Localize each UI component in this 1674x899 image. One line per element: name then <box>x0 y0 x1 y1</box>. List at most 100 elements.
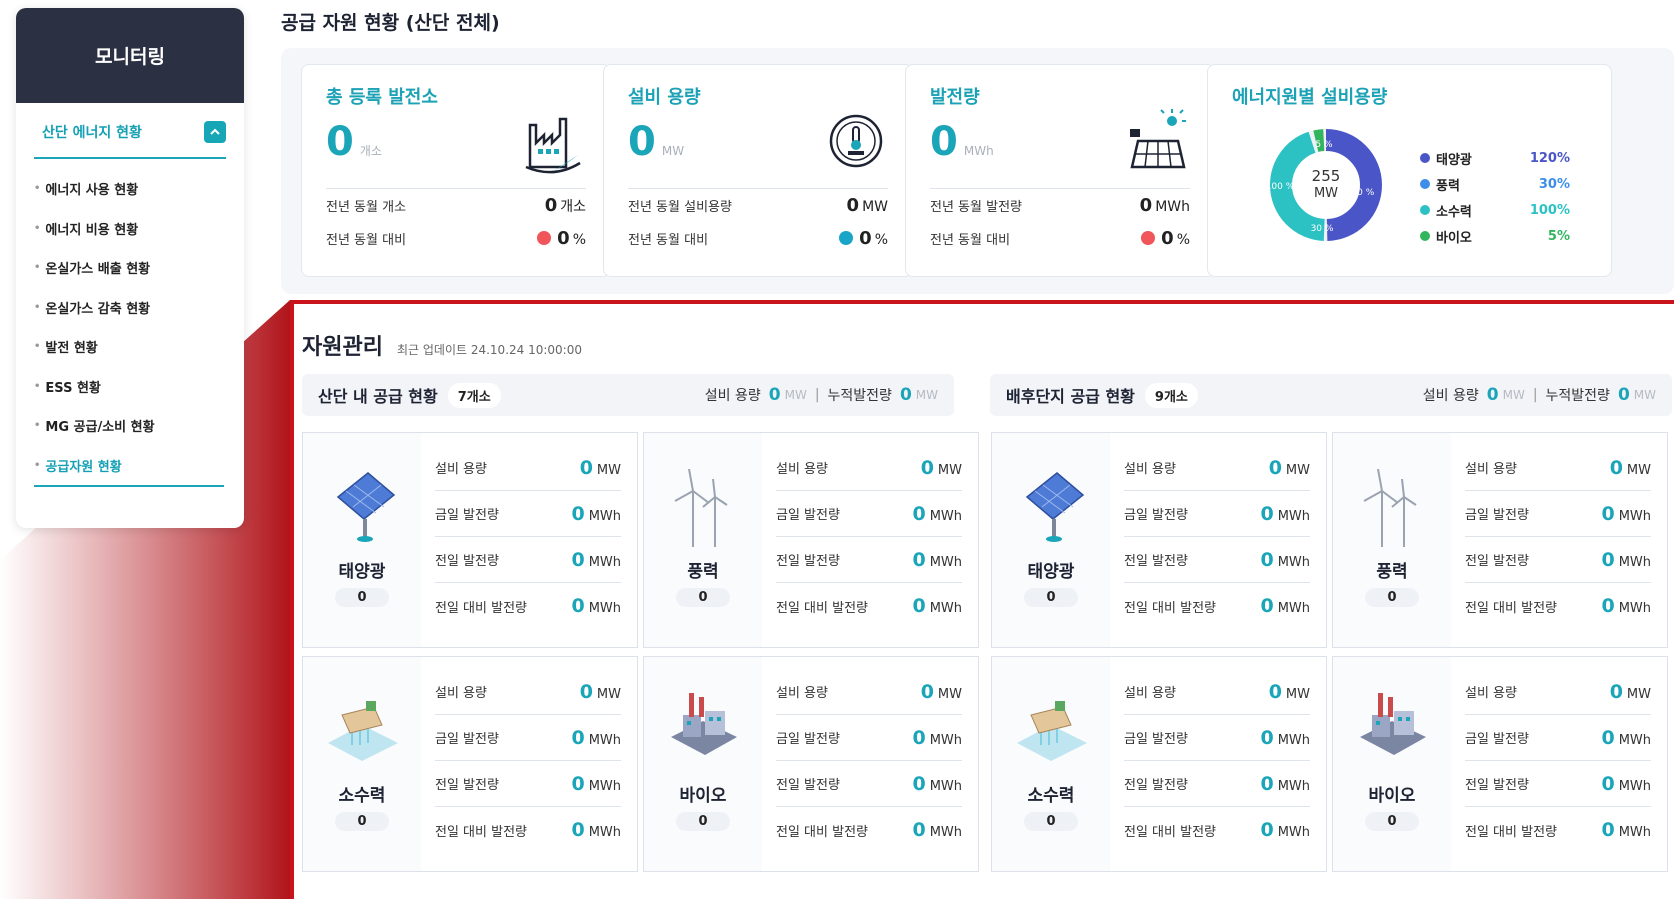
tile-row-label: 설비 용량 <box>435 462 487 477</box>
tile-count: 0 <box>676 588 730 607</box>
status-dot-red <box>1141 231 1156 245</box>
legend-item: 풍력 30% <box>1420 171 1570 197</box>
sidebar-item-ess[interactable]: ESS 현황 <box>34 367 244 407</box>
tile-row-value: 0 <box>912 502 926 525</box>
stat-label: 누적발전량 <box>1545 388 1610 404</box>
tile-row: 설비 용량 0 MW <box>1124 445 1310 491</box>
resource-tile[interactable]: 태양광 0 설비 용량 0 MW 금일 발전량 0 MWh 전일 발전량 0 MWh 전일 대비 발전… <box>302 432 638 648</box>
tile-row: 전일 발전량 0 MWh <box>1124 537 1310 583</box>
sidebar-item-energy-cost[interactable]: 에너지 비용 현황 <box>34 209 244 249</box>
tile-row-label: 전일 대비 발전량 <box>1124 824 1216 840</box>
legend-item: 소수력 100% <box>1420 197 1570 223</box>
generation-row2-unit: % <box>1176 232 1190 248</box>
tile-row-unit: MW <box>1626 462 1651 478</box>
tile-row: 설비 용량 0 MW <box>1465 445 1651 491</box>
tile-row-value: 0 <box>1268 680 1282 703</box>
tile-row-label: 전일 발전량 <box>776 778 840 793</box>
card-generation: 발전량 0 MWh 전년 동월 발전량 0 MWh 전년 동월 대비 0% <box>905 64 1215 277</box>
tile-row-label: 전일 대비 발전량 <box>776 824 868 840</box>
tile-row: 설비 용량 0 MW <box>776 669 962 715</box>
stat-unit: MW <box>784 388 807 402</box>
tile-count: 0 <box>335 812 389 831</box>
sidebar-item-supply-resource[interactable]: 공급자원 현황 <box>34 446 244 486</box>
capacity-row2-unit: % <box>874 232 888 248</box>
status-dot-blue <box>839 231 854 245</box>
tile-name: 소수력 <box>338 786 386 806</box>
tile-row: 전일 대비 발전량 0 MWh <box>776 583 962 629</box>
sidebar-item-energy-usage[interactable]: 에너지 사용 현황 <box>34 169 244 209</box>
resource-tile[interactable]: 풍력 0 설비 용량 0 MW 금일 발전량 0 MWh 전일 발전량 0 MWh 전일 대비 발전량… <box>643 432 979 648</box>
resource-tile[interactable]: 바이오 0 설비 용량 0 MW 금일 발전량 0 MWh 전일 발전량 0 MWh 전일 대비 발전… <box>643 656 979 872</box>
group-count: 7개소 <box>447 382 501 408</box>
tile-name: 풍력 <box>1376 562 1408 582</box>
tile-row: 전일 대비 발전량 0 MWh <box>1465 807 1651 853</box>
tile-row: 금일 발전량 0 MWh <box>1465 715 1651 761</box>
tile-row-value: 0 <box>571 819 585 841</box>
tile-row-label: 금일 발전량 <box>435 508 499 523</box>
tile-row-unit: MWh <box>929 601 962 616</box>
chevron-up-icon[interactable] <box>204 121 226 143</box>
tile-row: 전일 대비 발전량 0 MWh <box>776 807 962 853</box>
sidebar-section-label: 산단 에너지 현황 <box>42 125 142 141</box>
active-underline <box>34 485 224 487</box>
status-dot-red <box>537 231 552 245</box>
stat-value: 0 <box>1486 385 1499 405</box>
sidebar-item-mg-supply[interactable]: MG 공급/소비 현황 <box>34 406 244 446</box>
tile-row-unit: MW <box>937 462 962 478</box>
sidebar-item-generation[interactable]: 발전 현황 <box>34 327 244 367</box>
tile-row-value: 0 <box>912 726 926 749</box>
tile-row-value: 0 <box>579 680 593 703</box>
sidebar-item-ghg-emission[interactable]: 온실가스 배출 현황 <box>34 248 244 288</box>
sidebar-item-ghg-reduction[interactable]: 온실가스 감축 현황 <box>34 288 244 328</box>
donut-center-value: 255 <box>1312 167 1341 185</box>
tile-row-value: 0 <box>912 772 926 795</box>
resource-tile[interactable]: 태양광 0 설비 용량 0 MW 금일 발전량 0 MWh 전일 발전량 0 MWh 전일 대비 발전… <box>991 432 1327 648</box>
resource-tile[interactable]: 소수력 0 설비 용량 0 MW 금일 발전량 0 MWh 전일 발전량 0 MWh 전일 대비 발전… <box>991 656 1327 872</box>
tile-count: 0 <box>1024 812 1078 831</box>
tile-row-label: 전일 발전량 <box>1465 778 1529 793</box>
sidebar: 모니터링 산단 에너지 현황 에너지 사용 현황 에너지 비용 현황 온실가스 … <box>16 8 244 528</box>
tile-row: 금일 발전량 0 MWh <box>1465 491 1651 537</box>
tile-row-value: 0 <box>920 456 934 479</box>
card-by-source: 에너지원별 설비용량 255 MW 5 % 100 % 120 % 30 % 태… <box>1207 64 1612 277</box>
tile-name: 풍력 <box>687 562 719 582</box>
solar-panel-icon <box>1130 109 1186 169</box>
sidebar-section-header[interactable]: 산단 에너지 현황 <box>34 121 226 159</box>
wind-turbine-icon <box>1363 468 1417 547</box>
card-title: 에너지원별 설비용량 <box>1232 87 1388 108</box>
tile-row-label: 전일 발전량 <box>1124 554 1188 569</box>
capacity-row1-unit: MW <box>862 199 888 215</box>
tile-row-unit: MWh <box>1277 508 1310 524</box>
solar-icon <box>336 472 396 542</box>
tile-row-value: 0 <box>920 680 934 703</box>
stat-label: 설비 용량 <box>704 388 761 404</box>
last-update: 최근 업데이트 24.10.24 10:00:00 <box>396 343 582 357</box>
tile-row-value: 0 <box>571 548 585 571</box>
tile-row-value: 0 <box>571 595 585 617</box>
group-title: 배후단지 공급 현황 <box>1006 387 1135 406</box>
plants-row1-unit: 개소 <box>560 199 586 215</box>
tile-name: 태양광 <box>1027 562 1075 582</box>
tile-row-value: 0 <box>571 772 585 795</box>
tile-row-value: 0 <box>1601 595 1615 617</box>
tile-row-value: 0 <box>1601 548 1615 571</box>
tile-row: 전일 대비 발전량 0 MWh <box>435 807 621 853</box>
generation-row1-value: 0 <box>1139 195 1153 216</box>
tile-row-value: 0 <box>1601 772 1615 795</box>
tile-row-value: 0 <box>1601 726 1615 749</box>
resource-tile[interactable]: 바이오 0 설비 용량 0 MW 금일 발전량 0 MWh 전일 발전량 0 MWh 전일 대비 발전… <box>1332 656 1668 872</box>
resource-panel: 자원관리 최근 업데이트 24.10.24 10:00:00 산단 내 공급 현… <box>290 300 1674 899</box>
card-title: 총 등록 발전소 <box>326 87 438 108</box>
tile-row-unit: MW <box>937 686 962 702</box>
stat-value: 0 <box>1617 385 1630 405</box>
card-capacity: 설비 용량 0 MW 전년 동월 설비용량 0 MW 전년 동월 대비 0% <box>603 64 913 277</box>
tile-row-value: 0 <box>1260 819 1274 841</box>
tile-row-label: 금일 발전량 <box>776 732 840 747</box>
resource-tile[interactable]: 소수력 0 설비 용량 0 MW 금일 발전량 0 MWh 전일 발전량 0 MWh 전일 대비 발전… <box>302 656 638 872</box>
page-title: 공급 자원 현황 (산단 전체) <box>281 12 500 34</box>
group-bar-complex: 산단 내 공급 현황 7개소 설비 용량 0 MW | 누적발전량 0 MW <box>302 374 954 416</box>
resource-tile[interactable]: 풍력 0 설비 용량 0 MW 금일 발전량 0 MWh 전일 발전량 0 MWh 전일 대비 발전량… <box>1332 432 1668 648</box>
tile-row-value: 0 <box>1601 502 1615 525</box>
tile-row-unit: MW <box>1626 686 1651 702</box>
tile-row-unit: MW <box>1285 462 1310 478</box>
